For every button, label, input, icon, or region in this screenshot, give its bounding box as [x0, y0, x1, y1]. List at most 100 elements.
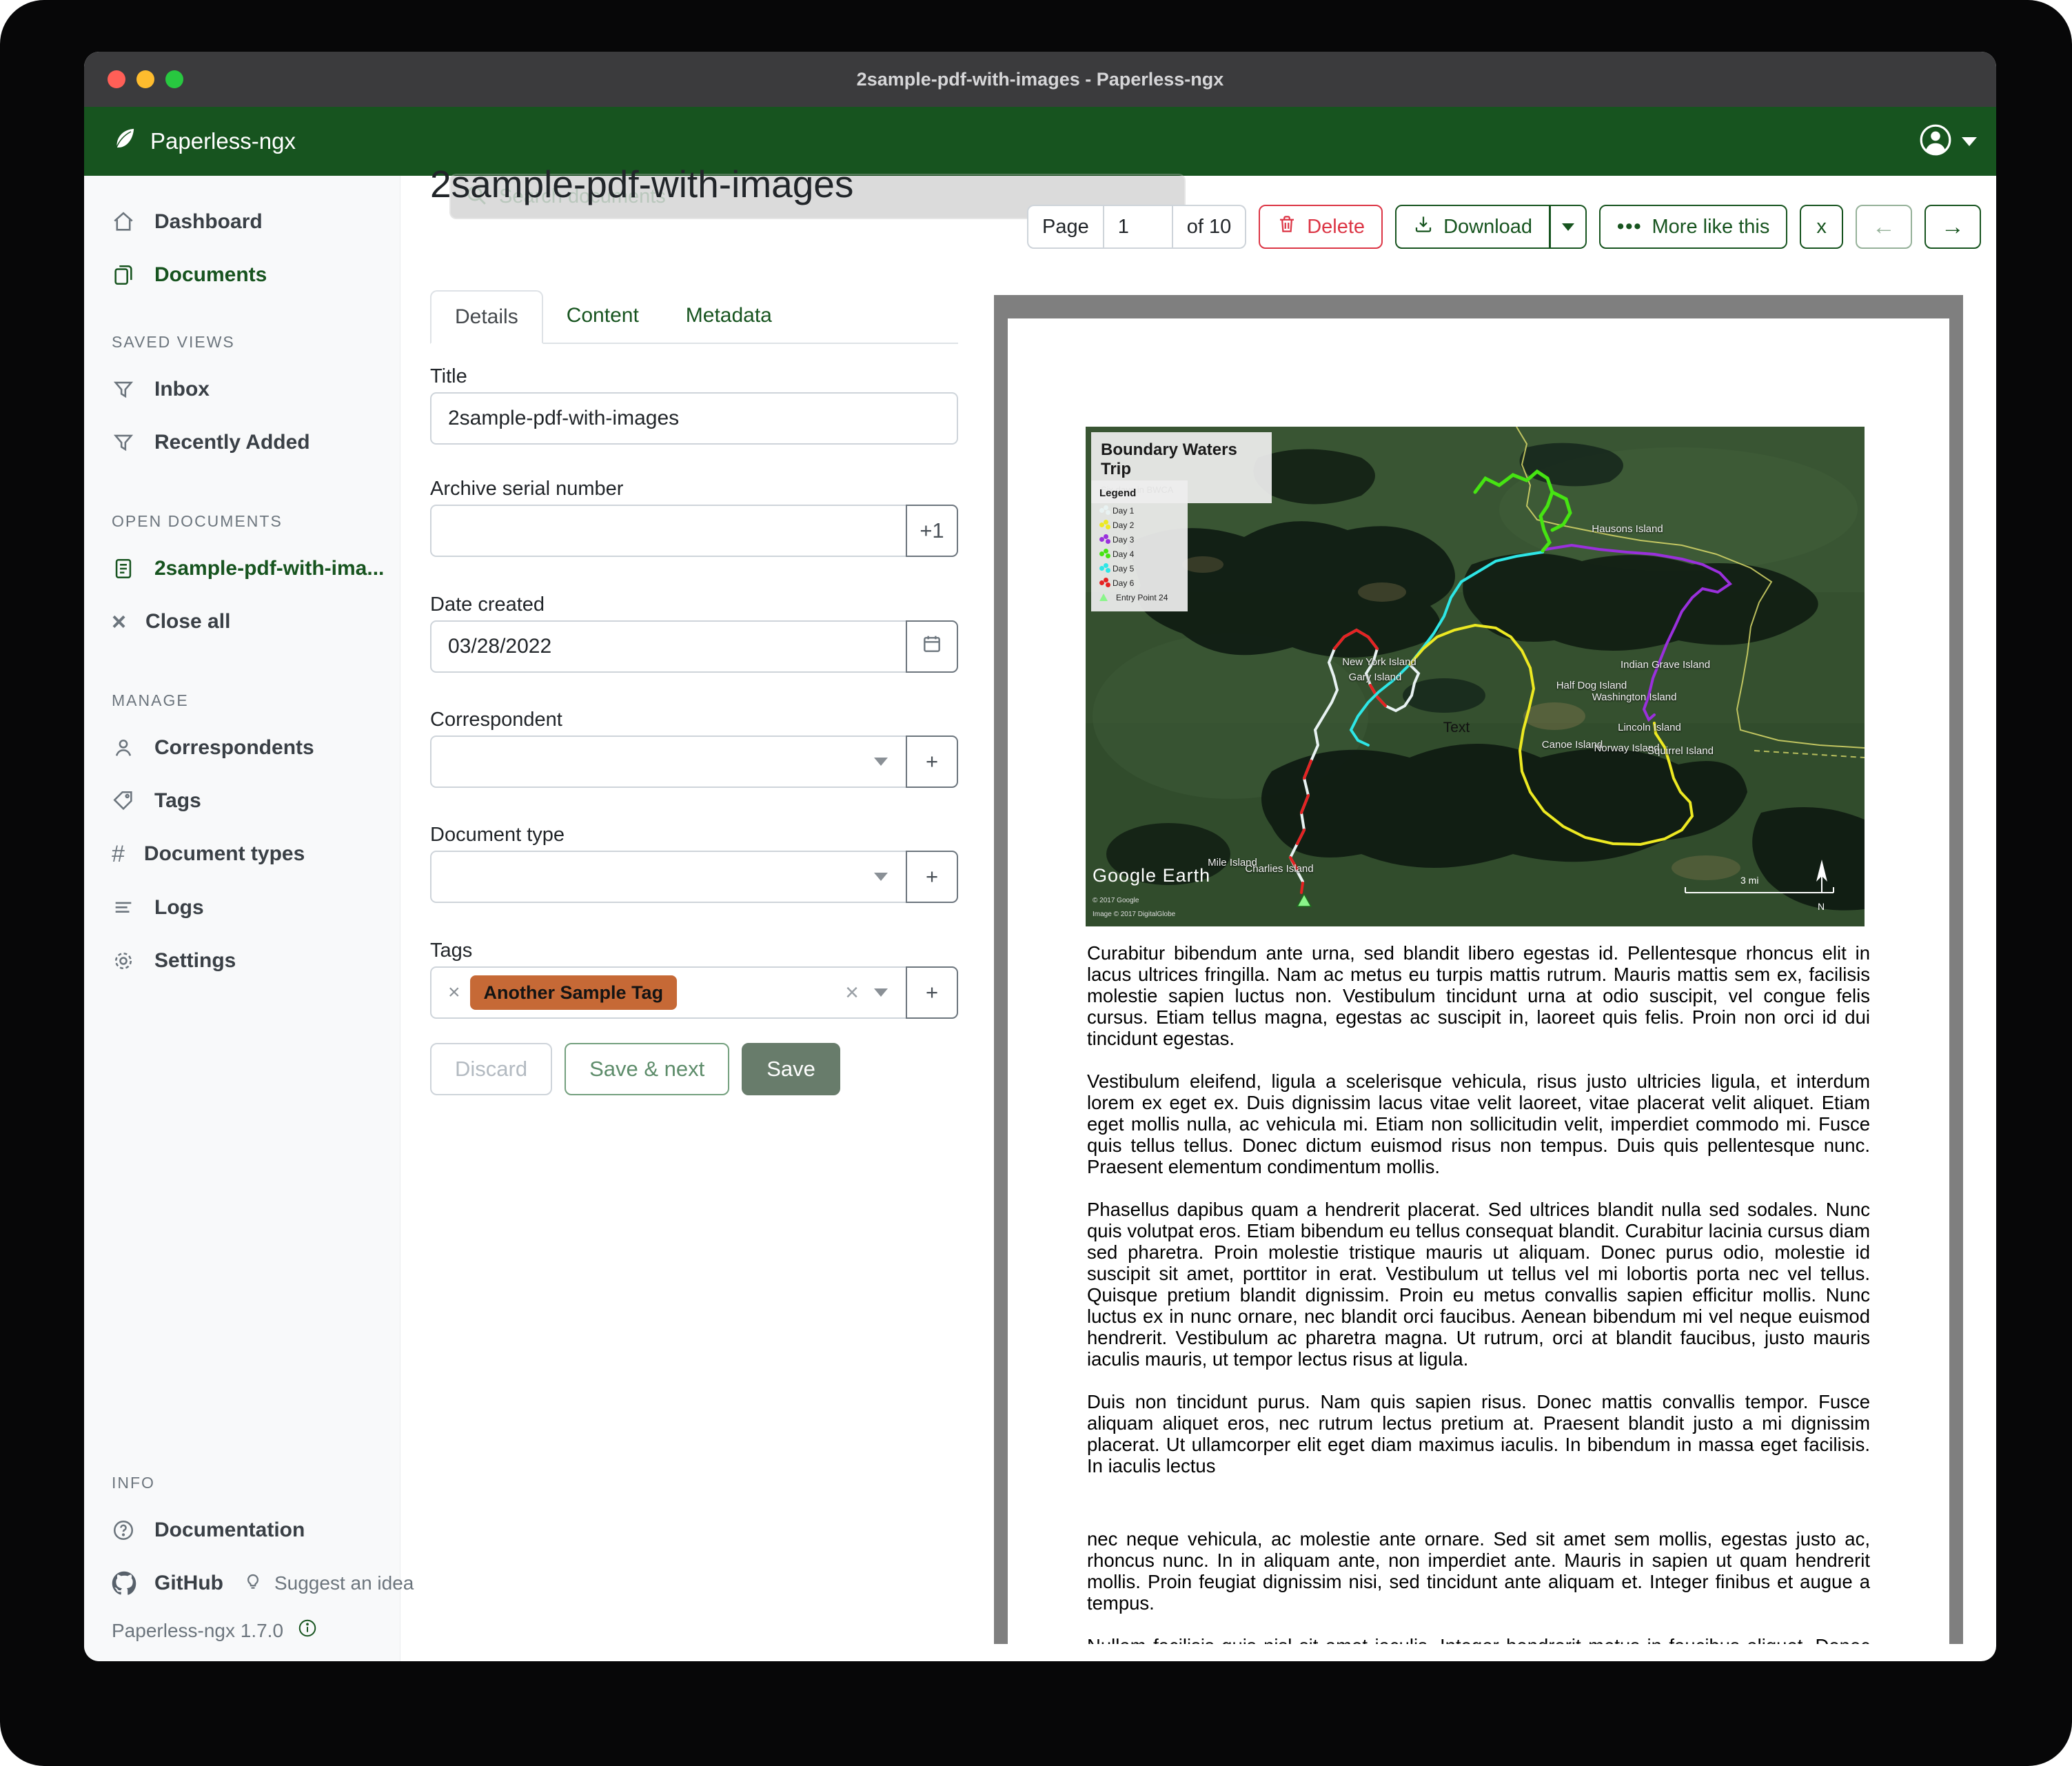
- asn-increment-button[interactable]: +1: [906, 505, 958, 557]
- map-title: Boundary Waters Trip: [1101, 440, 1262, 479]
- title-input[interactable]: 2sample-pdf-with-images: [430, 392, 958, 445]
- delete-button[interactable]: Delete: [1259, 205, 1383, 249]
- legend-swatch: [1099, 537, 1104, 542]
- sidebar-item-open-document[interactable]: 2sample-pdf-with-ima...: [112, 547, 384, 591]
- title-field-label: Title: [430, 365, 467, 388]
- download-options-button[interactable]: [1550, 205, 1587, 249]
- remove-tag-icon[interactable]: ×: [448, 981, 460, 1004]
- island-label: Washington Island: [1592, 691, 1677, 703]
- pdf-preview[interactable]: Hausons Island New York Island Gary Isla…: [994, 295, 1963, 1644]
- sidebar-item-tags[interactable]: Tags: [112, 779, 201, 823]
- legend-label: Entry Point 24: [1116, 593, 1168, 602]
- island-label: Indian Grave Island: [1621, 659, 1710, 671]
- document-type-label: Document type: [430, 824, 565, 846]
- legend-swatch: [1099, 551, 1104, 556]
- document-type-select[interactable]: [430, 851, 958, 903]
- tab-content[interactable]: Content: [543, 290, 662, 343]
- save-button[interactable]: Save: [742, 1043, 840, 1095]
- chevron-down-icon: [874, 758, 888, 766]
- tab-metadata[interactable]: Metadata: [662, 290, 795, 343]
- close-document-button[interactable]: x: [1800, 205, 1843, 249]
- title-value: 2sample-pdf-with-images: [448, 407, 679, 430]
- window-title: 2sample-pdf-with-images - Paperless-ngx: [857, 69, 1224, 90]
- tags-label: Tags: [430, 940, 472, 962]
- sidebar-item-label: Recently Added: [154, 431, 310, 454]
- asn-input[interactable]: [430, 505, 958, 557]
- more-like-this-button[interactable]: ••• More like this: [1599, 205, 1787, 249]
- user-menu[interactable]: [1919, 107, 1977, 176]
- save-next-button[interactable]: Save & next: [565, 1043, 729, 1095]
- next-document-button[interactable]: →: [1924, 205, 1981, 249]
- add-tag-button[interactable]: +: [906, 966, 958, 1019]
- sidebar-section-info: INFO: [112, 1474, 155, 1492]
- legend-label: Day 5: [1113, 564, 1134, 574]
- tab-details[interactable]: Details: [430, 290, 543, 344]
- dots-icon: •••: [1617, 216, 1642, 238]
- legend-swatch: [1099, 566, 1104, 571]
- sidebar-item-label: GitHub: [154, 1572, 223, 1595]
- date-created-input[interactable]: 03/28/2022: [430, 620, 958, 673]
- compass-label: N: [1818, 901, 1825, 912]
- sidebar-item-label: Tags: [154, 789, 201, 813]
- more-like-this-label: More like this: [1652, 216, 1770, 238]
- sidebar-item-settings[interactable]: Settings: [112, 939, 236, 983]
- sidebar-item-github-row: GitHub Suggest an idea: [112, 1561, 414, 1605]
- document-toolbar: Page 1 of 10 Delete Download ••• More li…: [1027, 205, 1981, 249]
- sidebar-item-logs[interactable]: Logs: [112, 886, 204, 930]
- app-logo[interactable]: Paperless-ngx: [110, 107, 296, 176]
- tags-select[interactable]: × Another Sample Tag ×: [430, 966, 958, 1019]
- sidebar-item-suggest-idea[interactable]: Suggest an idea: [243, 1571, 414, 1596]
- legend-swatch: [1099, 580, 1104, 585]
- legend-label: Day 3: [1113, 535, 1134, 545]
- pdf-page: Hausons Island New York Island Gary Isla…: [1008, 318, 1949, 1644]
- previous-document-button[interactable]: ←: [1856, 205, 1912, 249]
- legend-label: Day 1: [1113, 506, 1134, 516]
- minimize-window-button[interactable]: [136, 70, 154, 88]
- close-window-button[interactable]: [108, 70, 125, 88]
- chevron-down-icon: [874, 988, 888, 997]
- app-window: 2sample-pdf-with-images - Paperless-ngx …: [84, 52, 1996, 1661]
- lightbulb-icon: [243, 1571, 263, 1596]
- scale-label: 3 mi: [1740, 875, 1758, 886]
- calendar-button[interactable]: [906, 620, 958, 673]
- sidebar-item-label: 2sample-pdf-with-ima...: [154, 557, 384, 580]
- sidebar-item-github[interactable]: GitHub: [112, 1571, 223, 1596]
- sidebar-item-close-all[interactable]: × Close all: [112, 600, 230, 644]
- documents-icon: [112, 263, 135, 287]
- filter-icon: [112, 431, 135, 454]
- legend-swatch: [1099, 522, 1104, 527]
- document-text: Curabitur bibendum ante urna, sed blandi…: [1087, 942, 1870, 1644]
- add-correspondent-button[interactable]: +: [906, 735, 958, 788]
- add-document-type-button[interactable]: +: [906, 851, 958, 903]
- window-titlebar[interactable]: 2sample-pdf-with-images - Paperless-ngx: [84, 52, 1996, 107]
- discard-button[interactable]: Discard: [430, 1043, 552, 1095]
- trash-icon: [1277, 214, 1297, 240]
- document-paragraph: Nullam facilisis quis nisl sit amet iacu…: [1087, 1635, 1870, 1644]
- legend-label: Day 4: [1113, 549, 1134, 559]
- legend-row: Entry Point 24: [1099, 590, 1179, 605]
- zoom-window-button[interactable]: [165, 70, 183, 88]
- sidebar-item-recently-added[interactable]: Recently Added: [112, 420, 310, 465]
- sidebar-item-dashboard[interactable]: Dashboard: [112, 200, 263, 244]
- page-number-input[interactable]: 1: [1104, 205, 1173, 249]
- legend-entry-marker: [1099, 593, 1108, 601]
- chevron-down-icon: [1562, 223, 1574, 231]
- clear-tags-icon[interactable]: ×: [845, 980, 859, 1006]
- date-created-label: Date created: [430, 593, 545, 616]
- legend-row: Day 1: [1099, 503, 1179, 518]
- info-icon[interactable]: [297, 1618, 318, 1643]
- tag-icon: [112, 789, 135, 813]
- document-paragraph: nec neque vehicula, ac molestie ante orn…: [1087, 1528, 1870, 1614]
- correspondent-select[interactable]: [430, 735, 958, 788]
- legend-row: Day 5: [1099, 561, 1179, 576]
- sidebar-item-documentation[interactable]: Documentation: [112, 1508, 305, 1552]
- sidebar-item-inbox[interactable]: Inbox: [112, 367, 210, 412]
- sidebar-item-correspondents[interactable]: Correspondents: [112, 726, 314, 770]
- chevron-down-icon: [874, 873, 888, 881]
- sidebar-item-document-types[interactable]: # Document types: [112, 832, 305, 876]
- sidebar-item-documents[interactable]: Documents: [112, 253, 267, 297]
- sidebar-item-label: Close all: [145, 610, 230, 633]
- sidebar-item-label: Documentation: [154, 1519, 305, 1542]
- sidebar-item-label: Dashboard: [154, 210, 263, 234]
- download-button[interactable]: Download: [1395, 205, 1550, 249]
